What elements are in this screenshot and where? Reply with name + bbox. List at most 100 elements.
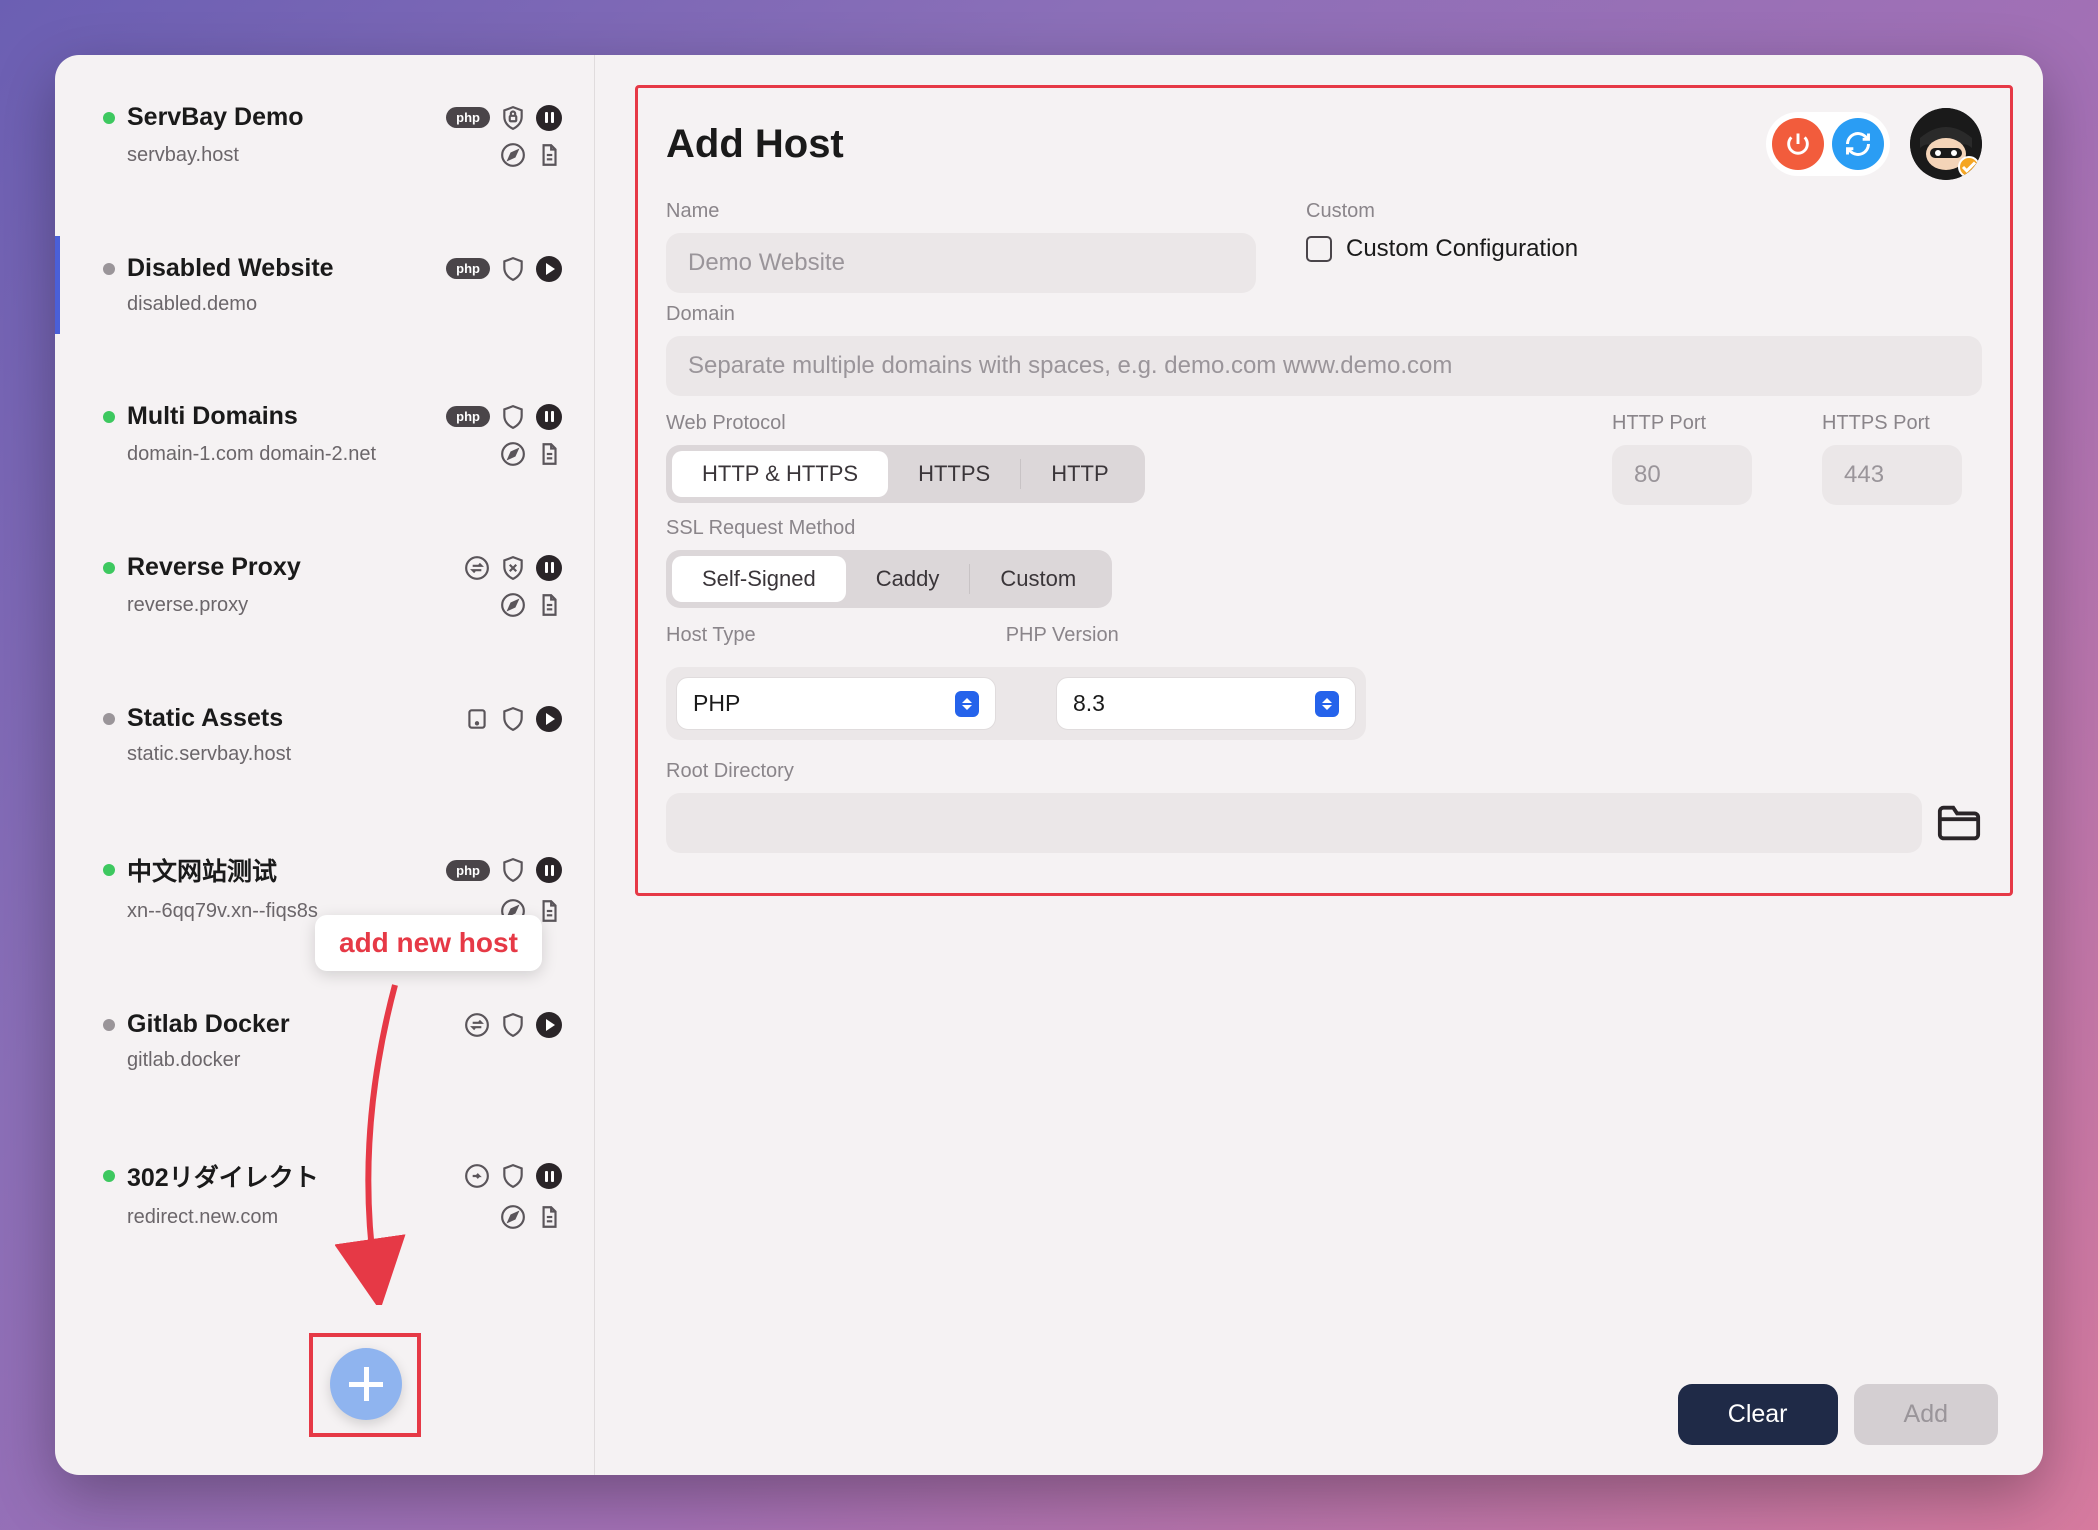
php-version-label: PHP Version xyxy=(1006,624,1119,647)
compass-icon[interactable] xyxy=(500,592,526,618)
play-icon[interactable] xyxy=(536,706,562,732)
pause-icon[interactable] xyxy=(536,857,562,883)
domain-input[interactable] xyxy=(666,336,1982,396)
play-icon[interactable] xyxy=(536,256,562,282)
php-badge-icon: php xyxy=(446,406,490,427)
doc-icon[interactable] xyxy=(536,142,562,168)
php-version-select[interactable]: 8.3 xyxy=(1056,677,1356,730)
host-domain: xn--6qq79v.xn--fiqs8s xyxy=(127,900,318,923)
main-panel: Add Host xyxy=(595,55,2043,1475)
annotation-highlight-box: Add Host xyxy=(635,85,2013,896)
host-item[interactable]: ServBay Demo php servbay.host xyxy=(85,85,574,186)
power-button[interactable] xyxy=(1772,118,1824,170)
host-item[interactable]: Static Assets static.servbay.host xyxy=(85,686,574,784)
shield-icon xyxy=(500,256,526,282)
power-icon xyxy=(1784,130,1812,158)
host-name: Reverse Proxy xyxy=(127,553,452,582)
host-item[interactable]: Multi Domains php domain-1.com domain-2.… xyxy=(85,384,574,485)
protocol-option-both[interactable]: HTTP & HTTPS xyxy=(672,451,888,497)
compass-icon[interactable] xyxy=(500,1204,526,1230)
host-name: Static Assets xyxy=(127,704,452,733)
ssl-segmented: Self-Signed Caddy Custom xyxy=(666,550,1112,608)
status-dot-icon xyxy=(103,411,115,423)
swap-icon xyxy=(464,1012,490,1038)
status-dot-icon xyxy=(103,1170,115,1182)
host-domain: redirect.new.com xyxy=(127,1206,278,1229)
name-input[interactable] xyxy=(666,233,1256,293)
annotation-tooltip: add new host xyxy=(315,915,542,971)
ssl-label: SSL Request Method xyxy=(666,517,1982,540)
sidebar: ServBay Demo php servbay.host Disabled W… xyxy=(55,55,595,1475)
pause-icon[interactable] xyxy=(536,404,562,430)
host-name: ServBay Demo xyxy=(127,103,434,132)
doc-icon[interactable] xyxy=(536,1204,562,1230)
avatar-verified-badge xyxy=(1958,156,1980,178)
host-domain: reverse.proxy xyxy=(127,594,248,617)
swap-icon xyxy=(464,555,490,581)
pause-icon[interactable] xyxy=(536,105,562,131)
ssl-option-custom[interactable]: Custom xyxy=(970,556,1106,602)
php-badge-icon: php xyxy=(446,258,490,279)
chevron-updown-icon xyxy=(1315,691,1339,717)
box-icon xyxy=(464,706,490,732)
host-domain: servbay.host xyxy=(127,144,239,167)
protocol-label: Web Protocol xyxy=(666,412,1562,435)
add-button[interactable]: Add xyxy=(1854,1384,1998,1445)
clear-button[interactable]: Clear xyxy=(1678,1384,1838,1445)
custom-config-label: Custom Configuration xyxy=(1346,235,1578,263)
host-domain: gitlab.docker xyxy=(127,1049,240,1072)
compass-icon[interactable] xyxy=(500,142,526,168)
host-item[interactable]: Gitlab Docker gitlab.docker xyxy=(85,992,574,1090)
host-item[interactable]: Reverse Proxy reverse.proxy xyxy=(85,535,574,636)
doc-icon[interactable] xyxy=(536,441,562,467)
refresh-icon xyxy=(1844,130,1872,158)
shield-icon xyxy=(500,1012,526,1038)
ssl-option-self[interactable]: Self-Signed xyxy=(672,556,846,602)
avatar[interactable] xyxy=(1910,108,1982,180)
doc-icon[interactable] xyxy=(536,592,562,618)
host-name: Gitlab Docker xyxy=(127,1010,452,1039)
host-item[interactable]: Disabled Website php disabled.demo xyxy=(85,236,574,334)
status-dot-icon xyxy=(103,263,115,275)
php-badge-icon: php xyxy=(446,107,490,128)
host-item[interactable]: 302リダイレクト redirect.new.com xyxy=(85,1140,574,1248)
custom-config-checkbox[interactable] xyxy=(1306,236,1332,262)
host-name: Disabled Website xyxy=(127,254,434,283)
http-port-label: HTTP Port xyxy=(1612,412,1772,435)
shield-x-icon xyxy=(500,555,526,581)
redirect-icon xyxy=(464,1163,490,1189)
php-badge-icon: php xyxy=(446,860,490,881)
status-dot-icon xyxy=(103,1019,115,1031)
host-domain: domain-1.com domain-2.net xyxy=(127,443,376,466)
http-port-input[interactable] xyxy=(1612,445,1752,505)
header-action-pill xyxy=(1766,112,1890,176)
play-icon[interactable] xyxy=(536,1012,562,1038)
protocol-option-http[interactable]: HTTP xyxy=(1021,451,1138,497)
custom-label: Custom xyxy=(1306,200,1626,223)
compass-icon[interactable] xyxy=(500,441,526,467)
https-port-label: HTTPS Port xyxy=(1822,412,1982,435)
host-name: 302リダイレクト xyxy=(127,1158,452,1194)
add-host-fab[interactable] xyxy=(330,1348,402,1420)
host-type-label: Host Type xyxy=(666,624,756,647)
host-domain: static.servbay.host xyxy=(127,743,291,766)
pause-icon[interactable] xyxy=(536,555,562,581)
ssl-option-caddy[interactable]: Caddy xyxy=(846,556,970,602)
status-dot-icon xyxy=(103,562,115,574)
https-port-input[interactable] xyxy=(1822,445,1962,505)
shield-icon xyxy=(500,857,526,883)
host-type-select[interactable]: PHP xyxy=(676,677,996,730)
shield-icon xyxy=(500,404,526,430)
domain-label: Domain xyxy=(666,303,1982,326)
host-domain: disabled.demo xyxy=(127,293,257,316)
root-directory-input[interactable] xyxy=(666,793,1922,853)
status-dot-icon xyxy=(103,713,115,725)
pause-icon[interactable] xyxy=(536,1163,562,1189)
host-name: 中文网站测试 xyxy=(127,852,434,888)
refresh-button[interactable] xyxy=(1832,118,1884,170)
page-title: Add Host xyxy=(666,122,1766,167)
root-label: Root Directory xyxy=(666,760,1982,783)
shield-icon xyxy=(500,1163,526,1189)
protocol-option-https[interactable]: HTTPS xyxy=(888,451,1020,497)
folder-icon[interactable] xyxy=(1936,803,1982,843)
